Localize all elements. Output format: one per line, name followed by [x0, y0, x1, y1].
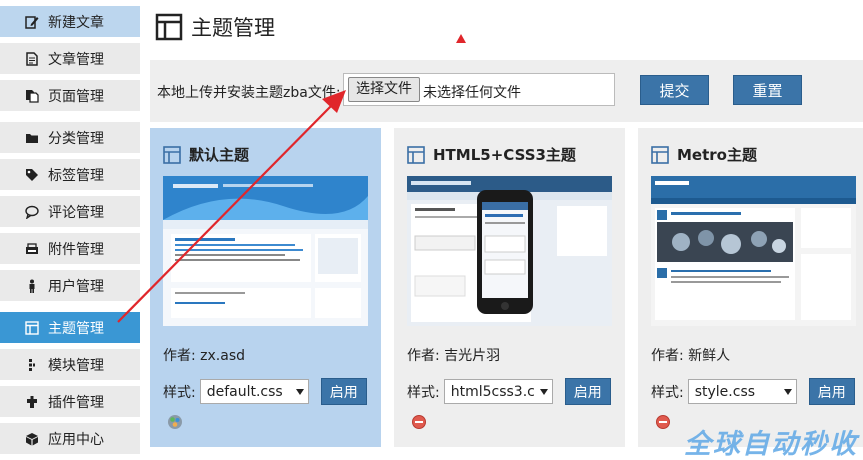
sidebar-item-articles[interactable]: 文章管理 [0, 43, 140, 74]
style-select-value: style.css [694, 383, 756, 400]
tag-icon [24, 167, 40, 183]
sidebar-item-label: 标签管理 [48, 167, 104, 184]
cursor-marker-icon [456, 34, 466, 43]
sidebar-item-label: 页面管理 [48, 88, 104, 105]
sidebar-item-plugins[interactable]: 插件管理 [0, 386, 140, 417]
style-select-value: default.css [206, 383, 283, 400]
watermark: 全球自动秒收 [684, 429, 858, 460]
theme-icon [24, 320, 40, 336]
chevron-down-icon [783, 389, 792, 395]
theme-author: 作者: 吉光片羽 [407, 348, 501, 364]
theme-author: 作者: 新鲜人 [651, 348, 731, 364]
sidebar-item-users[interactable]: 用户管理 [0, 270, 140, 301]
sidebar-item-label: 附件管理 [48, 241, 104, 258]
style-select[interactable]: html5css3.css [443, 379, 553, 404]
sidebar-item-label: 新建文章 [48, 14, 104, 31]
comment-icon [24, 204, 40, 220]
theme-icon [155, 13, 183, 41]
theme-author: 作者: zx.asd [163, 348, 246, 364]
upload-bar: 本地上传并安装主题zba文件: 选择文件 未选择任何文件 提交 重置 [150, 60, 863, 122]
module-icon [24, 357, 40, 373]
delete-icon[interactable] [655, 414, 671, 430]
theme-preview-image[interactable] [163, 176, 368, 326]
choose-file-button[interactable]: 选择文件 [348, 77, 420, 102]
style-select[interactable]: default.css [199, 379, 309, 404]
delete-icon[interactable] [411, 414, 427, 430]
enable-button[interactable]: 启用 [808, 378, 855, 405]
page-title: 主题管理 [191, 16, 275, 40]
sidebar-item-label: 模块管理 [48, 357, 104, 374]
style-label: 样式: [407, 384, 440, 401]
sidebar: 新建文章 文章管理 页面管理 分类管理 标签管理 评论管理 附件管理 用户管理 … [0, 0, 140, 460]
attachment-icon [24, 241, 40, 257]
style-row: 样式: html5css3.css 启用 [407, 378, 611, 405]
submit-button[interactable]: 提交 [640, 75, 709, 105]
file-input[interactable]: 选择文件 未选择任何文件 [343, 73, 615, 106]
sidebar-item-themes[interactable]: 主题管理 [0, 312, 140, 343]
chevron-down-icon [295, 389, 304, 395]
user-icon [24, 278, 40, 294]
file-status: 未选择任何文件 [423, 85, 521, 101]
theme-preview-image[interactable] [651, 176, 856, 326]
pages-icon [24, 88, 40, 104]
theme-icon [163, 145, 181, 164]
sidebar-item-app-center[interactable]: 应用中心 [0, 423, 140, 454]
theme-card-title: Metro主题 [651, 144, 757, 165]
style-label: 样式: [651, 384, 684, 401]
style-row: 样式: default.css 启用 [163, 378, 367, 405]
theme-preview-image[interactable] [407, 176, 612, 326]
sidebar-item-new-article[interactable]: 新建文章 [0, 6, 140, 37]
edit-icon [24, 14, 40, 30]
plugin-icon [24, 394, 40, 410]
folder-icon [24, 130, 40, 146]
reset-button[interactable]: 重置 [733, 75, 802, 105]
sidebar-item-modules[interactable]: 模块管理 [0, 349, 140, 380]
enable-button[interactable]: 启用 [564, 378, 611, 405]
sidebar-item-label: 应用中心 [48, 431, 104, 448]
document-icon [24, 51, 40, 67]
theme-name: Metro主题 [677, 146, 757, 164]
upload-label: 本地上传并安装主题zba文件: [157, 85, 341, 101]
sidebar-item-label: 主题管理 [48, 320, 104, 337]
sidebar-item-comments[interactable]: 评论管理 [0, 196, 140, 227]
sidebar-item-tags[interactable]: 标签管理 [0, 159, 140, 190]
theme-name: HTML5+CSS3主题 [433, 146, 576, 164]
chevron-down-icon [539, 389, 548, 395]
enable-button[interactable]: 启用 [320, 378, 367, 405]
sidebar-item-categories[interactable]: 分类管理 [0, 122, 140, 153]
theme-icon [651, 145, 669, 164]
sidebar-item-label: 文章管理 [48, 51, 104, 68]
active-theme-icon [167, 414, 183, 430]
sidebar-item-label: 用户管理 [48, 278, 104, 295]
theme-name: 默认主题 [189, 146, 250, 164]
style-select-value: html5css3.css [450, 383, 535, 400]
theme-card-title: HTML5+CSS3主题 [407, 144, 576, 165]
sidebar-item-label: 分类管理 [48, 130, 104, 147]
sidebar-item-pages[interactable]: 页面管理 [0, 80, 140, 111]
style-row: 样式: style.css 启用 [651, 378, 855, 405]
sidebar-item-label: 插件管理 [48, 394, 104, 411]
sidebar-item-label: 评论管理 [48, 204, 104, 221]
theme-card-metro: Metro主题 作者: 新鲜人 样式: style.css 启用 [638, 128, 863, 447]
cube-icon [24, 431, 40, 447]
sidebar-item-attachments[interactable]: 附件管理 [0, 233, 140, 264]
theme-icon [407, 145, 425, 164]
page-header: 主题管理 [155, 12, 275, 42]
theme-card-html5css3: HTML5+CSS3主题 作者: 吉光片羽 样式: html5css3.c 启用 [394, 128, 625, 447]
theme-card-default: 默认主题 作者: zx.asd 样式: default.css 启用 [150, 128, 381, 447]
style-label: 样式: [163, 384, 196, 401]
theme-card-title: 默认主题 [163, 144, 249, 165]
style-select[interactable]: style.css [687, 379, 797, 404]
